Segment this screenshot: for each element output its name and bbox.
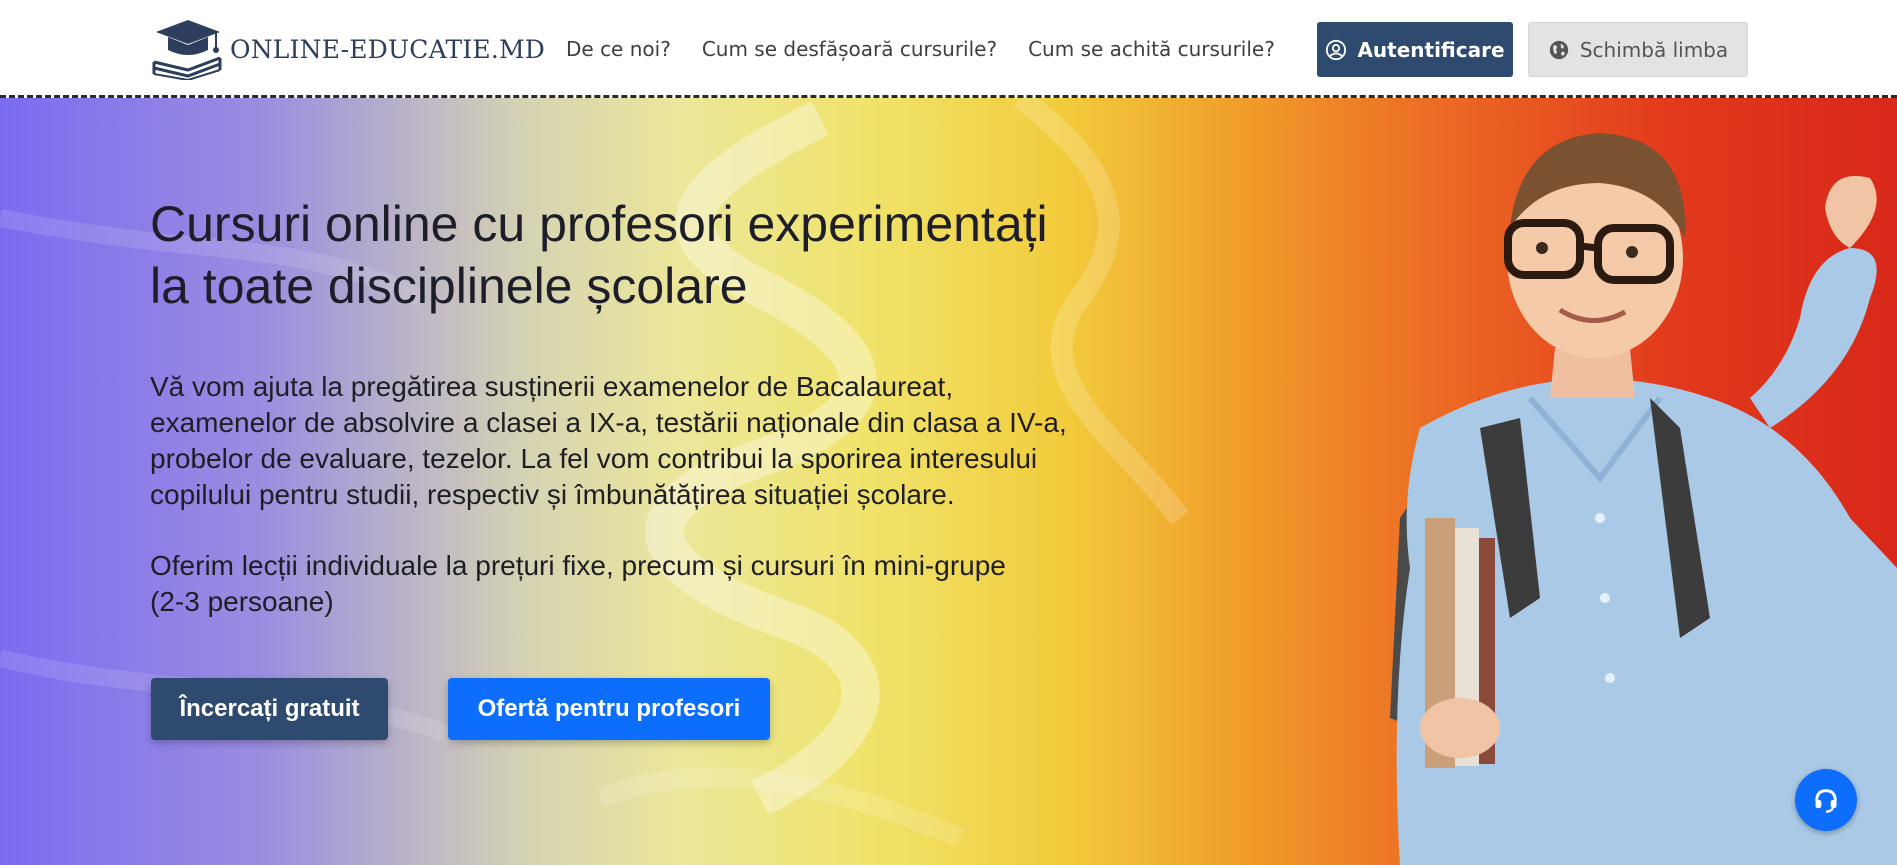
hero-title: Cursuri online cu profesori experimentaț… bbox=[150, 193, 1250, 317]
hero-description-line-1: Vă vom ajuta la pregătirea susținerii ex… bbox=[150, 371, 954, 402]
hero-description: Vă vom ajuta la pregătirea susținerii ex… bbox=[150, 369, 1290, 513]
hero-title-line-1: Cursuri online cu profesori experimentaț… bbox=[150, 196, 1048, 252]
student-boy-image bbox=[1390, 133, 1897, 865]
nav-how-courses-work[interactable]: Cum se desfășoară cursurile? bbox=[702, 37, 997, 61]
change-language-button[interactable]: Schimbă limba bbox=[1528, 22, 1748, 77]
hero-offer: Oferim lecții individuale la prețuri fix… bbox=[150, 548, 1290, 620]
teachers-offer-button[interactable]: Ofertă pentru profesori bbox=[448, 678, 770, 740]
main-nav: De ce noi? Cum se desfășoară cursurile? … bbox=[566, 0, 1275, 98]
hero-description-line-3: probelor de evaluare, tezelor. La fel vo… bbox=[150, 443, 1038, 474]
hero-description-line-4: copilului pentru studii, respectiv și îm… bbox=[150, 479, 955, 510]
change-language-label: Schimbă limba bbox=[1579, 37, 1729, 62]
graduation-cap-books-icon bbox=[152, 20, 222, 80]
nav-how-to-pay[interactable]: Cum se achită cursurile? bbox=[1028, 37, 1275, 61]
login-button[interactable]: Autentificare bbox=[1317, 22, 1513, 77]
globe-icon bbox=[1549, 40, 1569, 59]
hero-title-line-2: la toate disciplinele școlare bbox=[150, 258, 748, 314]
hero-offer-line-1: Oferim lecții individuale la prețuri fix… bbox=[150, 550, 1006, 581]
hero-section: Cursuri online cu profesori experimentaț… bbox=[0, 98, 1897, 865]
site-header: ONLINE-EDUCATIE.MD De ce noi? Cum se des… bbox=[0, 0, 1897, 98]
hero-description-line-2: examenelor de absolvire a clasei a IX-a,… bbox=[150, 407, 1067, 438]
hero-offer-line-2: (2-3 persoane) bbox=[150, 586, 334, 617]
login-button-label: Autentificare bbox=[1357, 37, 1505, 62]
logo-text: ONLINE-EDUCATIE.MD bbox=[230, 34, 546, 64]
try-free-button[interactable]: Încercați gratuit bbox=[151, 678, 388, 740]
nav-why-us[interactable]: De ce noi? bbox=[566, 37, 671, 61]
site-logo[interactable]: ONLINE-EDUCATIE.MD bbox=[150, 18, 545, 80]
support-chat-button[interactable] bbox=[1795, 769, 1857, 831]
headset-icon bbox=[1815, 789, 1837, 813]
user-circle-icon bbox=[1326, 39, 1347, 60]
